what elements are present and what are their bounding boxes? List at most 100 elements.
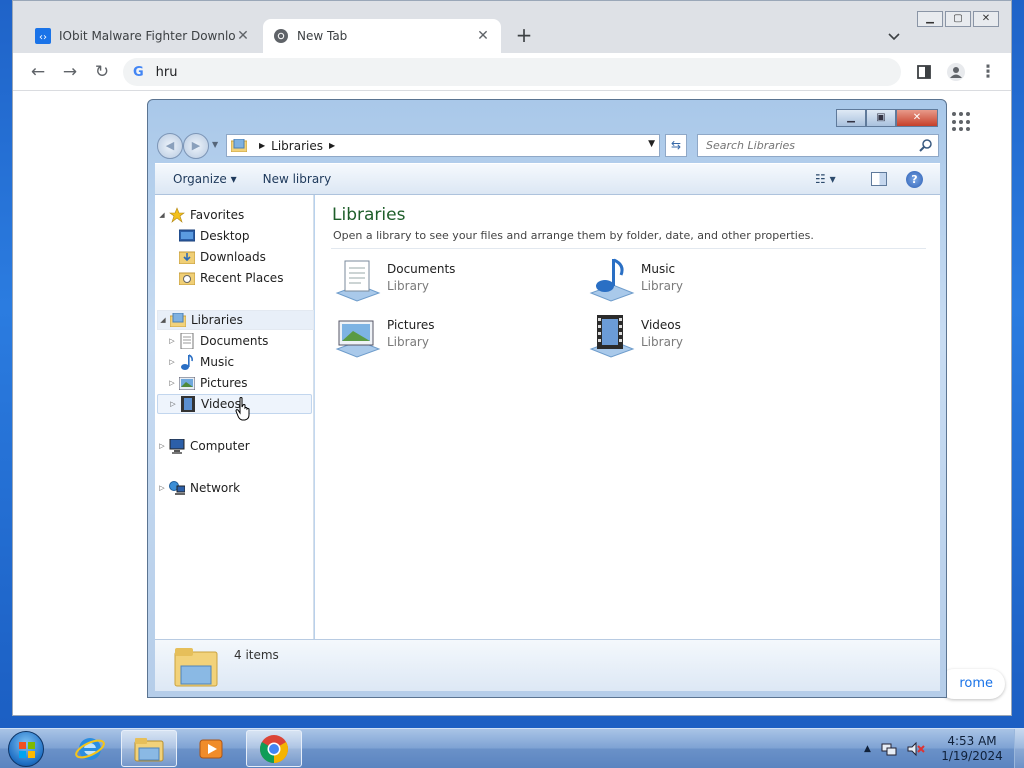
library-item-documents[interactable]: Documents Library	[333, 257, 563, 305]
nav-favorites[interactable]: ◢ Favorites	[157, 205, 314, 225]
pictures-icon	[179, 375, 195, 391]
nav-music[interactable]: ▷ Music	[167, 352, 324, 372]
page-description: Open a library to see your files and arr…	[333, 229, 814, 242]
preview-pane-icon[interactable]	[871, 172, 887, 186]
taskbar-media-player[interactable]	[183, 730, 239, 767]
item-count: 4 items	[234, 648, 279, 662]
back-button[interactable]: ←	[27, 61, 49, 83]
apps-grid-icon[interactable]	[952, 112, 972, 132]
collapsed-arrow-icon[interactable]: ▷	[167, 379, 177, 387]
breadcrumb-separator-icon[interactable]: ▶	[329, 141, 335, 150]
media-player-icon	[199, 739, 223, 758]
start-button[interactable]	[8, 731, 44, 767]
network-icon	[169, 480, 185, 496]
nav-label: Music	[200, 355, 235, 369]
documents-icon	[179, 333, 195, 349]
expanded-arrow-icon[interactable]: ◢	[158, 316, 168, 324]
change-view-button[interactable]: ☷ ▾	[815, 172, 836, 186]
clock-date: 1/19/2024	[941, 749, 1003, 763]
address-bar[interactable]: G	[123, 58, 901, 86]
expanded-arrow-icon[interactable]: ◢	[157, 211, 167, 219]
show-hidden-icons-icon[interactable]: ▲	[864, 744, 871, 754]
collapsed-arrow-icon[interactable]: ▷	[167, 337, 177, 345]
close-tab-icon[interactable]: ✕	[475, 28, 491, 44]
nav-network[interactable]: ▷ Network	[157, 478, 314, 498]
collapsed-arrow-icon[interactable]: ▷	[157, 484, 167, 492]
hand-cursor-icon	[235, 397, 250, 421]
organize-button[interactable]: Organize ▾	[165, 172, 245, 186]
taskbar-internet-explorer[interactable]	[62, 730, 118, 767]
taskbar-chrome[interactable]	[246, 730, 302, 767]
nav-desktop[interactable]: Desktop	[167, 226, 324, 246]
file-explorer-icon	[134, 737, 164, 761]
clock[interactable]: 4:53 AM 1/19/2024	[934, 734, 1010, 764]
explorer-address-bar[interactable]: ▶ Libraries ▶ ▼	[226, 134, 660, 157]
customize-chrome-button[interactable]: rome	[939, 669, 1005, 699]
new-library-button[interactable]: New library	[255, 172, 340, 186]
window-controls: ▁ ▢ ✕	[917, 11, 999, 27]
nav-libraries[interactable]: ◢ Libraries	[157, 310, 314, 330]
reload-button[interactable]: ↻	[91, 61, 113, 83]
browser-toolbar: ← → ↻ G ⋮	[13, 53, 1011, 91]
downloads-folder-icon	[179, 249, 195, 265]
close-tab-icon[interactable]: ✕	[235, 28, 251, 44]
chevron-down-icon[interactable]: ▼	[648, 139, 655, 149]
music-library-icon	[589, 258, 635, 302]
library-item-videos[interactable]: Videos Library	[587, 313, 817, 361]
breadcrumb-separator-icon: ▶	[259, 141, 266, 150]
nav-documents[interactable]: ▷ Documents	[167, 331, 324, 351]
nav-label: Network	[190, 481, 241, 495]
windows-logo-icon	[19, 742, 35, 758]
tab-strip: ‹› IObit Malware Fighter Download ✕ New …	[13, 1, 1011, 53]
profile-avatar[interactable]	[945, 61, 967, 83]
forward-button[interactable]: →	[59, 61, 81, 83]
volume-muted-icon[interactable]	[907, 741, 925, 757]
star-icon	[169, 207, 185, 223]
search-icon	[919, 139, 932, 152]
library-type: Library	[641, 279, 683, 293]
show-desktop-button[interactable]	[1014, 729, 1024, 768]
maximize-button[interactable]: ▢	[945, 11, 971, 27]
recent-pages-dropdown[interactable]: ▼	[212, 140, 218, 149]
computer-icon	[169, 438, 185, 454]
help-icon[interactable]: ?	[906, 171, 923, 188]
nav-computer[interactable]: ▷ Computer	[157, 436, 314, 456]
menu-icon[interactable]: ⋮	[977, 61, 999, 83]
library-item-music[interactable]: Music Library	[587, 257, 817, 305]
libraries-icon	[231, 139, 247, 152]
nav-label: Recent Places	[200, 271, 284, 285]
breadcrumb-libraries[interactable]: Libraries	[271, 139, 323, 153]
explorer-minimize-button[interactable]: ▁	[836, 109, 866, 127]
omnibox-input[interactable]	[155, 64, 756, 80]
tab-title: IObit Malware Fighter Download	[59, 29, 235, 43]
chevron-down-icon[interactable]	[885, 27, 903, 45]
back-arrow-icon[interactable]: ◀	[157, 133, 183, 159]
refresh-button[interactable]: ⇆	[665, 134, 687, 157]
collapsed-arrow-icon[interactable]: ▷	[168, 400, 178, 408]
collapsed-arrow-icon[interactable]: ▷	[167, 358, 177, 366]
side-panel-icon[interactable]	[913, 61, 935, 83]
nav-pictures[interactable]: ▷ Pictures	[167, 373, 324, 393]
library-name: Videos	[641, 318, 681, 332]
desktop-icon	[179, 228, 195, 244]
search-input[interactable]	[706, 139, 906, 152]
taskbar-file-explorer[interactable]	[121, 730, 177, 767]
google-icon: G	[133, 64, 144, 80]
forward-arrow-icon[interactable]: ▶	[183, 133, 209, 159]
explorer-close-button[interactable]: ✕	[896, 109, 938, 127]
collapsed-arrow-icon[interactable]: ▷	[157, 442, 167, 450]
minimize-button[interactable]: ▁	[917, 11, 943, 27]
search-box[interactable]	[697, 134, 939, 157]
explorer-maximize-button[interactable]: ▣	[866, 109, 896, 127]
new-tab-button[interactable]: +	[513, 25, 535, 47]
close-button[interactable]: ✕	[973, 11, 999, 27]
pictures-library-icon	[335, 320, 381, 358]
network-status-icon[interactable]	[881, 741, 897, 757]
tab-iobit[interactable]: ‹› IObit Malware Fighter Download ✕	[25, 19, 261, 53]
library-item-pictures[interactable]: Pictures Library	[333, 313, 563, 361]
nav-label: Downloads	[200, 250, 266, 264]
tab-new-tab[interactable]: New Tab ✕	[263, 19, 501, 53]
recent-places-icon	[179, 270, 195, 286]
nav-recent-places[interactable]: Recent Places	[167, 268, 324, 288]
nav-downloads[interactable]: Downloads	[167, 247, 324, 267]
